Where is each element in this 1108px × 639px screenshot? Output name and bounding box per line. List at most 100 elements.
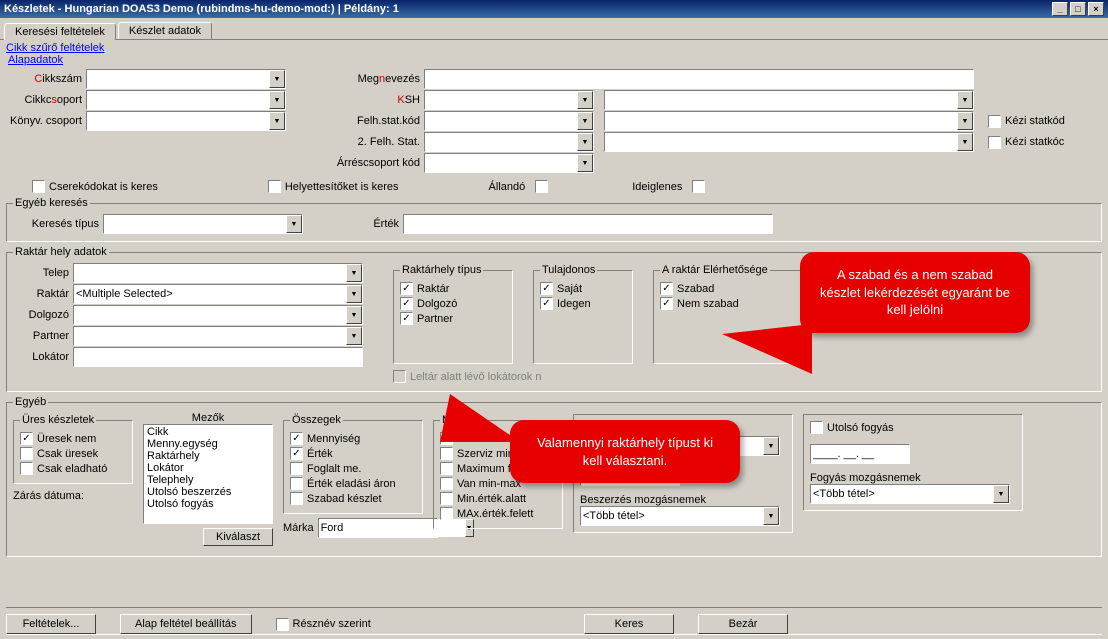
chevron-down-icon[interactable]: ▼	[269, 91, 285, 109]
chevron-down-icon[interactable]: ▼	[346, 264, 362, 282]
mm-minertek-checkbox[interactable]	[440, 492, 453, 505]
mm-szerviz-checkbox[interactable]	[440, 447, 453, 460]
chevron-down-icon[interactable]: ▼	[957, 91, 973, 109]
felhstat2-desc-input[interactable]: ▼	[604, 132, 974, 152]
chevron-down-icon[interactable]: ▼	[993, 485, 1009, 503]
partner-input[interactable]: ▼	[73, 326, 363, 346]
raktar-input[interactable]: ▼	[73, 284, 363, 304]
mm-vanminmax-checkbox[interactable]	[440, 477, 453, 490]
oss-ertek-checkbox[interactable]	[290, 447, 303, 460]
list-item[interactable]: Lokátor	[145, 462, 271, 474]
oss-menny-checkbox[interactable]	[290, 432, 303, 445]
dolgozo-input[interactable]: ▼	[73, 305, 363, 325]
fogyas-group: Utolsó fogyás Fogyás mozgásnemek ▼	[803, 414, 1023, 511]
tab-search[interactable]: Keresési feltételek	[4, 23, 116, 40]
oss-eladasi-checkbox[interactable]	[290, 477, 303, 490]
chevron-down-icon[interactable]: ▼	[346, 306, 362, 324]
besz-mozgas-label: Beszerzés mozgásnemek	[580, 494, 786, 506]
chevron-down-icon[interactable]: ▼	[346, 327, 362, 345]
fogyas-date-input[interactable]	[810, 444, 910, 464]
felhstat-desc-input[interactable]: ▼	[604, 111, 974, 131]
mezok-listbox[interactable]: Cikk Menny.egység Raktárhely Lokátor Tel…	[143, 424, 273, 524]
chevron-down-icon[interactable]: ▼	[577, 112, 593, 130]
utolsofogy-checkbox[interactable]	[810, 421, 823, 434]
list-item[interactable]: Cikk	[145, 426, 271, 438]
leltaralatt-checkbox	[393, 370, 406, 383]
rht-raktar-checkbox[interactable]	[400, 282, 413, 295]
rht-partner-checkbox[interactable]	[400, 312, 413, 325]
allando-checkbox[interactable]	[535, 180, 548, 193]
keresestipus-input[interactable]: ▼	[103, 214, 303, 234]
list-item[interactable]: Raktárhely	[145, 450, 271, 462]
oss-foglalt-checkbox[interactable]	[290, 462, 303, 475]
fogy-mozgas-label: Fogyás mozgásnemek	[810, 472, 1016, 484]
kezistat1-checkbox[interactable]	[988, 115, 1001, 128]
zaras-label: Zárás dátuma:	[13, 490, 133, 502]
fogy-mozgas-input[interactable]: ▼	[810, 484, 1010, 504]
marka-input[interactable]: ▼	[318, 518, 438, 538]
arrescsoport-input[interactable]: ▼	[424, 153, 594, 173]
mm-maxertek-checkbox[interactable]	[440, 507, 453, 520]
uresnem-checkbox[interactable]	[20, 432, 33, 445]
bezar-button[interactable]: Bezár	[698, 614, 788, 634]
kivalaszt-button[interactable]: Kiválaszt	[203, 528, 273, 546]
resznev-checkbox[interactable]	[276, 618, 289, 631]
list-item[interactable]: Utolsó fogyás	[145, 498, 271, 510]
ksh-desc-input[interactable]: ▼	[604, 90, 974, 110]
tulaj-sajat-checkbox[interactable]	[540, 282, 553, 295]
csakelad-checkbox[interactable]	[20, 462, 33, 475]
utolsofogy-label: Utolsó fogyás	[827, 422, 894, 434]
rht-dolgozo-checkbox[interactable]	[400, 297, 413, 310]
chevron-down-icon[interactable]: ▼	[269, 112, 285, 130]
cikkszam-input[interactable]: ▼	[86, 69, 286, 89]
close-icon[interactable]: ×	[1088, 2, 1104, 16]
chevron-down-icon[interactable]: ▼	[577, 133, 593, 151]
cserekod-checkbox[interactable]	[32, 180, 45, 193]
chevron-down-icon[interactable]: ▼	[577, 154, 593, 172]
mm-minertek-label: Min.érték.alatt	[457, 493, 526, 505]
elerheto-nemszabad-checkbox[interactable]	[660, 297, 673, 310]
list-item[interactable]: Utolsó beszerzés	[145, 486, 271, 498]
feltetelek-button[interactable]: Feltételek...	[6, 614, 96, 634]
filter-link[interactable]: Cikk szűrő feltételek	[6, 42, 104, 54]
felhstat-input[interactable]: ▼	[424, 111, 594, 131]
tulaj-sajat-label: Saját	[557, 283, 582, 295]
chevron-down-icon[interactable]: ▼	[763, 507, 779, 525]
maximize-icon[interactable]: □	[1070, 2, 1086, 16]
ertek-input[interactable]	[403, 214, 773, 234]
telep-input[interactable]: ▼	[73, 263, 363, 283]
konyvcsoport-input[interactable]: ▼	[86, 111, 286, 131]
minimize-icon[interactable]: _	[1052, 2, 1068, 16]
oss-szabad-checkbox[interactable]	[290, 492, 303, 505]
lokator-input[interactable]	[73, 347, 363, 367]
list-item[interactable]: Menny.egység	[145, 438, 271, 450]
keresestipus-label: Keresés típus	[13, 218, 103, 230]
alapfeltetel-button[interactable]: Alap feltétel beállítás	[120, 614, 252, 634]
chevron-down-icon[interactable]: ▼	[763, 437, 779, 455]
elerheto-szabad-checkbox[interactable]	[660, 282, 673, 295]
chevron-down-icon[interactable]: ▼	[957, 133, 973, 151]
besz-mozgas-input[interactable]: ▼	[580, 506, 780, 526]
tulaj-idegen-checkbox[interactable]	[540, 297, 553, 310]
megnevezes-input[interactable]	[424, 69, 974, 89]
mm-maxfelett-checkbox[interactable]	[440, 462, 453, 475]
helyettes-checkbox[interactable]	[268, 180, 281, 193]
kezistat2-checkbox[interactable]	[988, 136, 1001, 149]
keres-button[interactable]: Keres	[584, 614, 674, 634]
ksh-input[interactable]: ▼	[424, 90, 594, 110]
chevron-down-icon[interactable]: ▼	[286, 215, 302, 233]
ideiglenes-checkbox[interactable]	[692, 180, 705, 193]
csakures-checkbox[interactable]	[20, 447, 33, 460]
cikkcsoport-input[interactable]: ▼	[86, 90, 286, 110]
chevron-down-icon[interactable]: ▼	[577, 91, 593, 109]
alapadatok-link[interactable]: Alapadatok	[8, 54, 63, 66]
tab-stock[interactable]: Készlet adatok	[118, 22, 212, 39]
list-item[interactable]: Telephely	[145, 474, 271, 486]
chevron-down-icon[interactable]: ▼	[346, 285, 362, 303]
felhstat2-input[interactable]: ▼	[424, 132, 594, 152]
megnevezes-label: Megnevezés	[314, 73, 424, 85]
konyvcsoport-label: Könyv. csoport	[6, 115, 86, 127]
chevron-down-icon[interactable]: ▼	[957, 112, 973, 130]
chevron-down-icon[interactable]: ▼	[269, 70, 285, 88]
tab-bar: Keresési feltételek Készlet adatok	[0, 18, 1108, 40]
